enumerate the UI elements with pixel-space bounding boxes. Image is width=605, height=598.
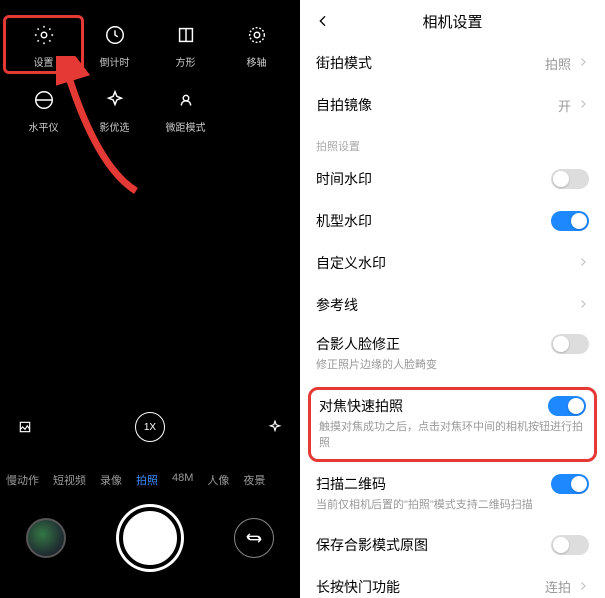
tool-optimize[interactable]: 影优选	[79, 87, 150, 134]
chevron-right-icon	[577, 255, 589, 271]
row-label: 合影人脸修正	[316, 334, 400, 354]
row-time-watermark[interactable]: 时间水印	[300, 158, 605, 200]
mode-item[interactable]: 拍照	[136, 472, 158, 488]
row-model-watermark[interactable]: 机型水印	[300, 200, 605, 242]
row-description: 触摸对焦成功之后，点击对焦环中间的相机按钮进行拍照	[319, 420, 586, 451]
mode-item[interactable]: 短视频	[53, 472, 86, 488]
mode-item[interactable]: 录像	[100, 472, 122, 488]
tool-label: 微距模式	[166, 119, 206, 134]
row-label: 参考线	[316, 295, 358, 315]
settings-header: 相机设置	[300, 0, 605, 42]
camera-screen: 设置 倒计时 方形 移轴 水平仪 影优选	[0, 0, 300, 598]
toggle-focus-quick-shot[interactable]	[548, 396, 586, 416]
camera-preview[interactable]: 1X	[0, 175, 300, 443]
chevron-right-icon	[577, 297, 589, 313]
tool-settings[interactable]: 设置	[3, 15, 84, 74]
camera-tool-grid: 设置 倒计时 方形 移轴 水平仪 影优选	[0, 0, 300, 152]
row-focus-quick-shot[interactable]: 对焦快速拍照 触摸对焦成功之后，点击对焦环中间的相机按钮进行拍照	[319, 396, 586, 451]
tool-label: 设置	[34, 54, 54, 69]
switch-camera-button[interactable]	[234, 518, 274, 558]
row-label: 保存合影模式原图	[316, 535, 428, 555]
row-label: 自定义水印	[316, 253, 386, 273]
row-value: 连拍	[545, 577, 577, 596]
tool-square[interactable]: 方形	[150, 22, 221, 69]
row-street-mode[interactable]: 街拍模式 拍照	[300, 42, 605, 84]
tool-level[interactable]: 水平仪	[8, 87, 79, 134]
tool-macro[interactable]: 微距模式	[150, 87, 221, 134]
shutter-row	[0, 502, 300, 574]
mode-item[interactable]: 48M	[172, 472, 193, 488]
row-face-correction[interactable]: 合影人脸修正 修正照片边缘的人脸畸变	[300, 326, 605, 383]
zoom-button[interactable]: 1X	[135, 412, 165, 442]
row-label: 时间水印	[316, 169, 372, 189]
chevron-right-icon	[577, 97, 589, 113]
shutter-button[interactable]	[119, 507, 181, 569]
chevron-right-icon	[577, 579, 589, 595]
row-value: 拍照	[545, 54, 577, 73]
toggle-model-watermark[interactable]	[551, 211, 589, 231]
row-value: 开	[558, 96, 577, 115]
toggle-face-correction[interactable]	[551, 334, 589, 354]
settings-list[interactable]: 街拍模式 拍照 自拍镜像 开 拍照设置 时间水印 机型水印 自定义水印	[300, 42, 605, 598]
row-label: 对焦快速拍照	[319, 396, 403, 416]
tool-label: 影优选	[100, 119, 130, 134]
row-description: 当前仅相机后置的"拍照"模式支持二维码扫描	[316, 498, 589, 513]
mode-item[interactable]: 慢动作	[6, 472, 39, 488]
row-label: 机型水印	[316, 211, 372, 231]
row-label: 自拍镜像	[316, 95, 372, 115]
gear-icon	[31, 22, 57, 48]
row-label: 街拍模式	[316, 53, 372, 73]
toggle-time-watermark[interactable]	[551, 169, 589, 189]
toggle-save-group-original[interactable]	[551, 535, 589, 555]
clock-icon	[102, 22, 128, 48]
toggle-scan-qr[interactable]	[551, 474, 589, 494]
tool-label: 水平仪	[29, 119, 59, 134]
effects-icon[interactable]	[268, 420, 282, 434]
tool-label: 倒计时	[100, 54, 130, 69]
row-description: 修正照片边缘的人脸畸变	[316, 358, 589, 373]
row-shutter-longpress[interactable]: 长按快门功能 连拍	[300, 566, 605, 598]
page-title: 相机设置	[422, 11, 482, 32]
tiltshift-icon	[244, 22, 270, 48]
last-photo-thumbnail[interactable]	[26, 518, 66, 558]
annotation-highlight-box: 对焦快速拍照 触摸对焦成功之后，点击对焦环中间的相机按钮进行拍照	[308, 387, 597, 462]
tool-label: 方形	[176, 54, 196, 69]
back-button[interactable]	[312, 10, 334, 32]
flower-icon	[173, 87, 199, 113]
row-scan-qr[interactable]: 扫描二维码 当前仅相机后置的"拍照"模式支持二维码扫描	[300, 466, 605, 523]
mode-strip[interactable]: 慢动作 短视频 录像 拍照 48M 人像 夜景	[0, 472, 300, 488]
gallery-icon[interactable]	[18, 420, 32, 434]
tool-label: 移轴	[247, 54, 267, 69]
tool-timer[interactable]: 倒计时	[79, 22, 150, 69]
section-header: 拍照设置	[300, 126, 605, 158]
square-icon	[173, 22, 199, 48]
settings-screen: 相机设置 街拍模式 拍照 自拍镜像 开 拍照设置 时间水印 机型水印	[300, 0, 605, 598]
row-label: 扫描二维码	[316, 474, 386, 494]
tool-tiltshift[interactable]: 移轴	[221, 22, 292, 69]
chevron-right-icon	[577, 55, 589, 71]
row-save-group-original[interactable]: 保存合影模式原图	[300, 524, 605, 566]
row-label: 长按快门功能	[316, 577, 400, 597]
mode-item[interactable]: 人像	[207, 472, 229, 488]
sparkle-icon	[102, 87, 128, 113]
row-selfie-mirror[interactable]: 自拍镜像 开	[300, 84, 605, 126]
level-icon	[31, 87, 57, 113]
row-gridlines[interactable]: 参考线	[300, 284, 605, 326]
mode-item[interactable]: 夜景	[243, 472, 265, 488]
row-custom-watermark[interactable]: 自定义水印	[300, 242, 605, 284]
